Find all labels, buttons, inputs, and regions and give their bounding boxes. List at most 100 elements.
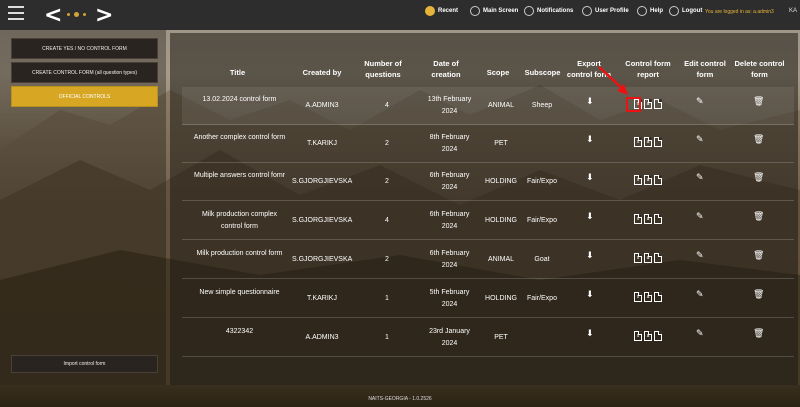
doc-report-icon[interactable] <box>654 253 662 263</box>
edit-icon[interactable]: ✎ <box>696 251 704 261</box>
hamburger-menu-icon[interactable] <box>8 6 24 22</box>
cell-date: 8th February 2024 <box>429 134 470 153</box>
edit-icon[interactable]: ✎ <box>696 135 704 145</box>
excel-report-icon[interactable]: x <box>634 175 642 185</box>
sidebar: CREATE YES / NO CONTROL FORM CREATE CONT… <box>0 30 166 385</box>
recent-label: Recent <box>438 8 459 14</box>
export-download-icon[interactable]: ⬇ <box>586 329 594 339</box>
excel-report-icon[interactable]: x <box>634 214 642 224</box>
cell-questions: 2 <box>385 178 389 185</box>
table-row[interactable]: Milk production complex control form S.GJ… <box>182 202 794 240</box>
table-row[interactable]: Multiple answers control fomr S.GJORGJIEV… <box>182 163 794 201</box>
export-download-icon[interactable]: ⬇ <box>586 212 594 222</box>
edit-icon[interactable]: ✎ <box>696 97 704 107</box>
table-row[interactable]: New simple questionnaire T.KARIKJ 1 5th Feb… <box>182 280 794 318</box>
doc-report-icon[interactable] <box>654 331 662 341</box>
doc-report-icon[interactable] <box>654 99 662 109</box>
cell-subscope: Sheep <box>531 102 553 109</box>
trash-icon[interactable]: 🗑 <box>753 290 764 300</box>
user-profile-label: User Profile <box>595 8 629 14</box>
cell-subscope: Fair/Expo <box>527 178 557 185</box>
header-scope: Scope <box>486 68 510 77</box>
trash-icon[interactable]: 🗑 <box>753 135 764 145</box>
user-initials[interactable]: KA <box>789 8 797 14</box>
pdf-report-icon[interactable]: a <box>644 292 652 302</box>
edit-icon[interactable]: ✎ <box>696 329 704 339</box>
excel-report-icon[interactable]: x <box>634 331 642 341</box>
pdf-report-icon[interactable]: a <box>644 99 652 109</box>
doc-report-icon[interactable] <box>654 175 662 185</box>
header-title: Title <box>229 68 246 77</box>
cell-created-by: T.KARIKJ <box>307 295 337 302</box>
cell-scope: PET <box>494 334 508 341</box>
logged-in-text: You are logged in as: a.admin3 <box>705 9 774 15</box>
header-date-of-creation: Date of creation <box>431 59 461 79</box>
cell-subscope: Goat <box>534 256 550 263</box>
pdf-report-icon[interactable]: a <box>644 214 652 224</box>
pdf-report-icon[interactable]: a <box>644 331 652 341</box>
table-row[interactable]: Milk production control form S.GJORGJIEVS… <box>182 241 794 279</box>
table-row[interactable]: Another complex control form T.KARIKJ 2 8th… <box>182 125 794 163</box>
excel-report-icon[interactable]: x <box>634 292 642 302</box>
cell-questions: 4 <box>385 217 389 224</box>
trash-icon[interactable]: 🗑 <box>753 173 764 183</box>
cell-scope: ANIMAL <box>487 102 515 109</box>
export-download-icon[interactable]: ⬇ <box>586 97 594 107</box>
edit-icon[interactable]: ✎ <box>696 212 704 222</box>
table-row[interactable]: 13.02.2024 control form A.ADMIN3 4 13th Feb… <box>182 87 794 125</box>
cell-created-by: S.GJORGJIEVSKA <box>292 178 353 185</box>
cell-date: 5th February 2024 <box>429 289 470 308</box>
cell-title: Multiple answers control fomr <box>193 172 286 179</box>
notifications-menu[interactable]: Notifications <box>524 6 573 16</box>
power-icon <box>669 6 679 16</box>
pdf-report-icon[interactable]: a <box>644 253 652 263</box>
cell-title: 4322342 <box>225 328 254 335</box>
edit-icon[interactable]: ✎ <box>696 290 704 300</box>
export-download-icon[interactable]: ⬇ <box>586 251 594 261</box>
trash-icon[interactable]: 🗑 <box>753 97 764 107</box>
import-control-form-button[interactable]: Import control form <box>11 355 158 373</box>
edit-icon[interactable]: ✎ <box>696 173 704 183</box>
recent-menu[interactable]: Recent <box>425 6 458 16</box>
help-menu[interactable]: Help <box>637 6 663 16</box>
doc-report-icon[interactable] <box>654 214 662 224</box>
excel-report-icon[interactable]: x <box>634 137 642 147</box>
logout-label: Logout <box>682 8 703 14</box>
export-download-icon[interactable]: ⬇ <box>586 173 594 183</box>
export-download-icon[interactable]: ⬇ <box>586 290 594 300</box>
table-row[interactable]: 4322342 A.ADMIN3 1 23rd January 2024 PET ⬇ x a ✎… <box>182 319 794 357</box>
cell-questions: 2 <box>385 256 389 263</box>
pdf-report-icon[interactable]: a <box>644 137 652 147</box>
cell-scope: PET <box>494 140 508 147</box>
export-download-icon[interactable]: ⬇ <box>586 135 594 145</box>
header-created-by: Created by <box>302 68 342 77</box>
create-control-form-button[interactable]: CREATE CONTROL FORM (all question types) <box>11 62 158 83</box>
create-yes-no-form-button[interactable]: CREATE YES / NO CONTROL FORM <box>11 38 158 59</box>
logout-menu[interactable]: Logout <box>669 6 702 16</box>
bell-icon <box>524 6 534 16</box>
cell-title: New simple questionnaire <box>199 289 280 296</box>
trash-icon[interactable]: 🗑 <box>753 212 764 222</box>
version-text: NAITS-GEORGIA - 1.0.2526 <box>368 396 432 402</box>
cell-created-by: A.ADMIN3 <box>305 334 339 341</box>
cell-scope: ANIMAL <box>487 256 515 263</box>
doc-report-icon[interactable] <box>654 292 662 302</box>
header-edit-control-form: Edit control form <box>684 59 726 79</box>
cell-subscope: Fair/Expo <box>527 295 557 302</box>
official-controls-button[interactable]: OFFICIAL CONTROLS <box>11 86 158 107</box>
back-arrow-icon[interactable]: < <box>44 3 62 28</box>
pdf-report-icon[interactable]: a <box>644 175 652 185</box>
forward-arrow-icon[interactable]: > <box>95 3 113 28</box>
doc-report-icon[interactable] <box>654 137 662 147</box>
cell-title: Milk production complex control form <box>201 211 278 230</box>
main-screen-menu[interactable]: Main Screen <box>470 6 518 16</box>
cell-questions: 1 <box>385 295 389 302</box>
header-delete-control-form: Delete control form <box>734 59 785 79</box>
user-profile-menu[interactable]: User Profile <box>582 6 629 16</box>
trash-icon[interactable]: 🗑 <box>753 251 764 261</box>
cell-scope: HOLDING <box>485 217 517 224</box>
help-icon <box>637 6 647 16</box>
cell-date: 6th February 2024 <box>429 211 470 230</box>
excel-report-icon[interactable]: x <box>634 253 642 263</box>
trash-icon[interactable]: 🗑 <box>753 329 764 339</box>
